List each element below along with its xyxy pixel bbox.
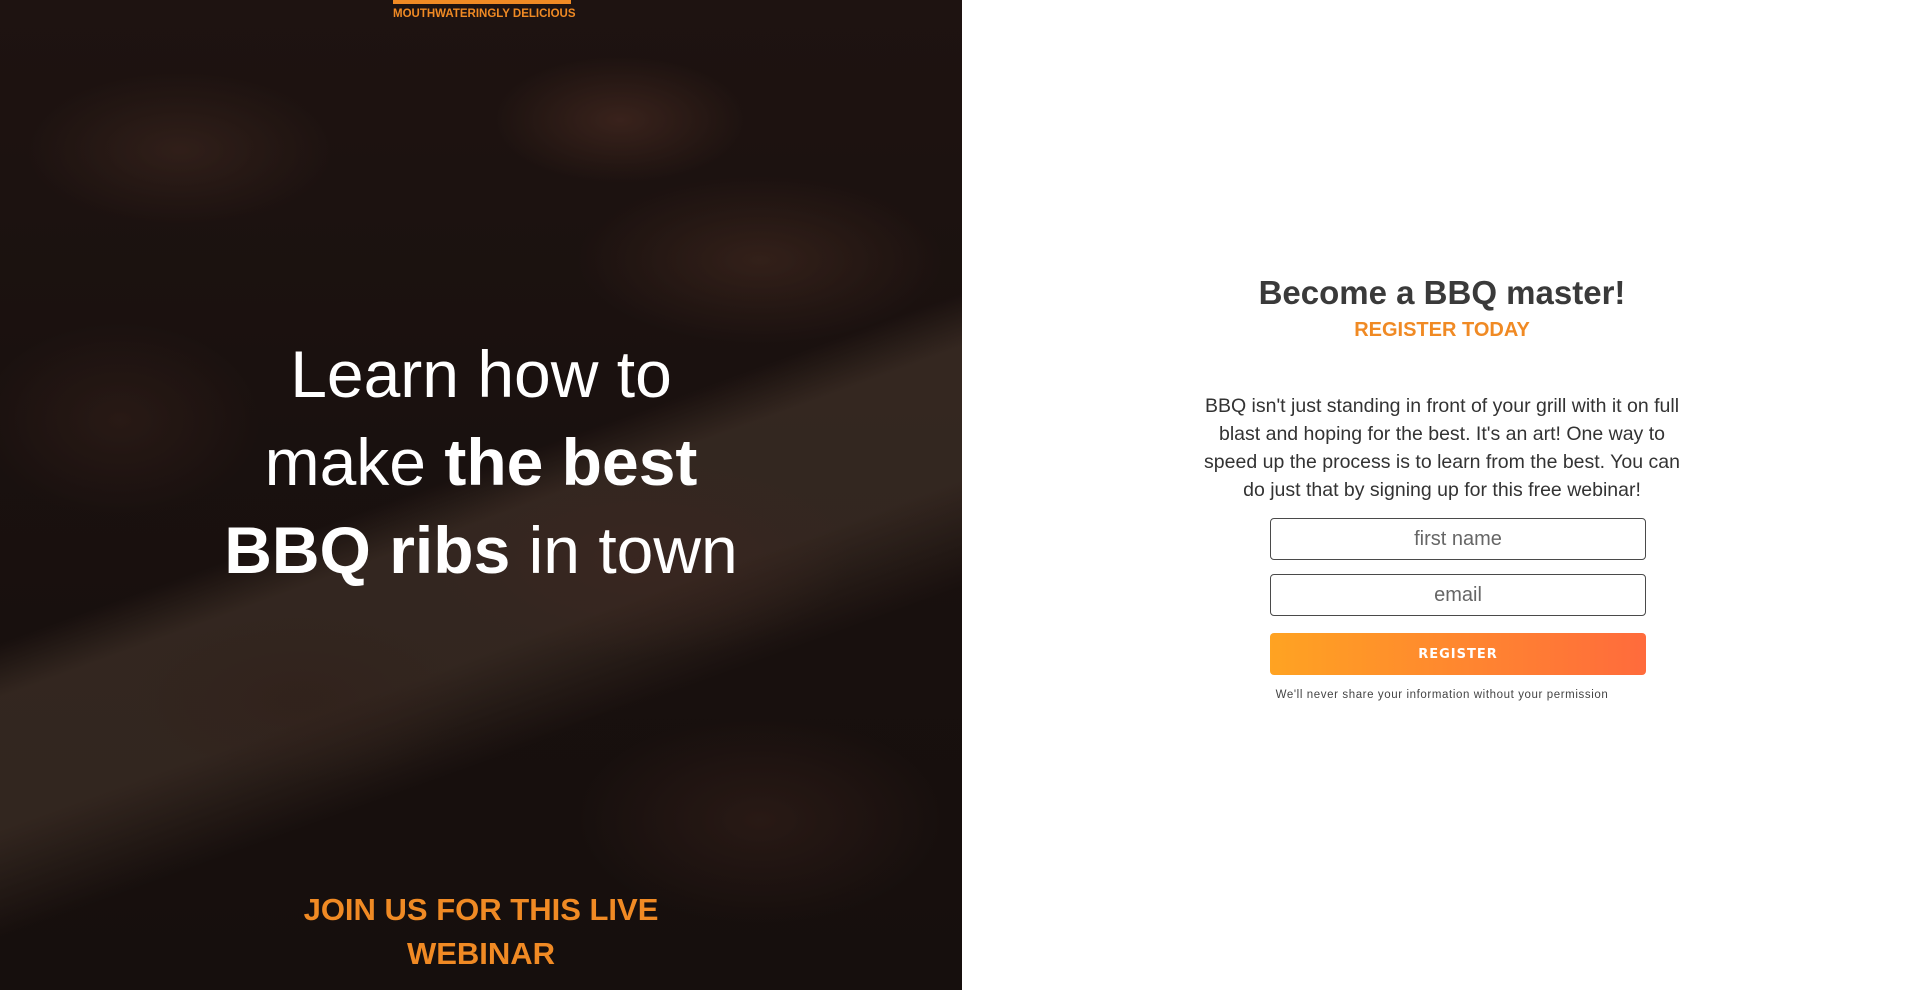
headline-line-1: Learn how to bbox=[0, 330, 962, 418]
headline-emphasis: BBQ ribs bbox=[224, 513, 511, 587]
form-title: Become a BBQ master! bbox=[1258, 274, 1626, 311]
form-subtitle: REGISTER TODAY bbox=[1354, 319, 1530, 341]
headline-emphasis: the best bbox=[444, 425, 698, 499]
join-line-2: WEBINAR bbox=[406, 936, 556, 971]
first-name-input[interactable] bbox=[1270, 518, 1646, 560]
email-input[interactable] bbox=[1270, 574, 1646, 616]
registration-panel: Become a BBQ master! REGISTER TODAY BBQ … bbox=[962, 0, 1919, 990]
headline-line-3: BBQ ribs in town bbox=[0, 506, 962, 594]
registration-form: Become a BBQ master! REGISTER TODAY BBQ … bbox=[1197, 270, 1687, 701]
register-button[interactable]: REGISTER bbox=[1270, 633, 1646, 675]
headline-text: Learn how to bbox=[290, 337, 672, 411]
brand-accent-bar bbox=[393, 0, 571, 4]
form-description: BBQ isn't just standing in front of your… bbox=[1204, 395, 1680, 501]
privacy-note: We'll never share your information witho… bbox=[1275, 689, 1609, 701]
join-webinar-callout: JOIN US FOR THIS LIVE WEBINAR bbox=[0, 888, 962, 976]
brand-tagline: MOUTHWATERINGLY DELICIOUS bbox=[393, 8, 576, 20]
hero-section: MOUTHWATERINGLY DELICIOUS Learn how to m… bbox=[0, 0, 962, 990]
headline-text: make bbox=[264, 425, 445, 499]
headline-line-2: make the best bbox=[0, 418, 962, 506]
page: MOUTHWATERINGLY DELICIOUS Learn how to m… bbox=[0, 0, 1919, 990]
join-line-1: JOIN US FOR THIS LIVE bbox=[303, 892, 659, 927]
headline-text: in town bbox=[510, 513, 738, 587]
hero-headline: Learn how to make the best BBQ ribs in t… bbox=[0, 330, 962, 594]
